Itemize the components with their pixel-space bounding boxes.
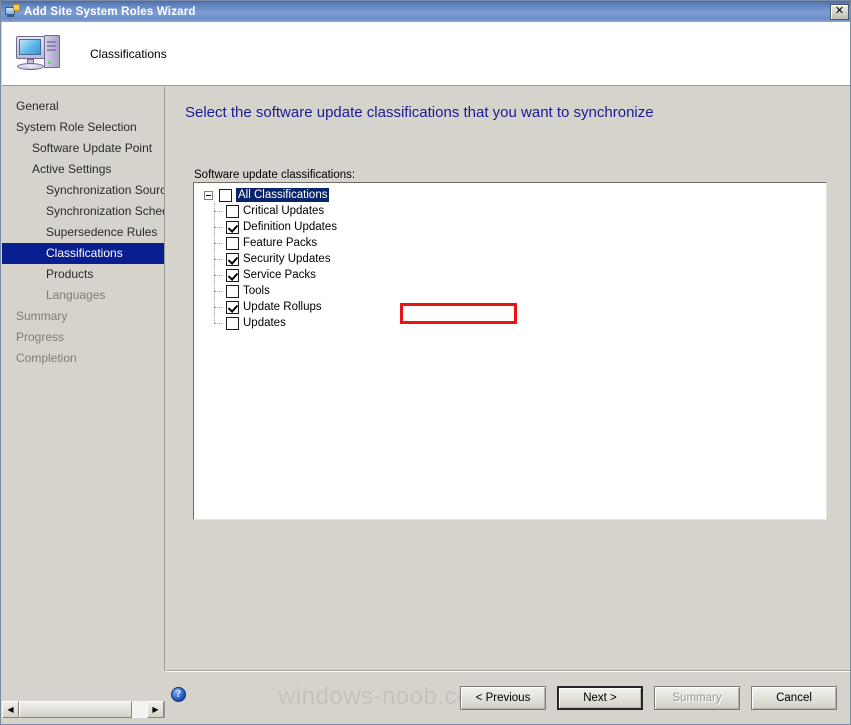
tree-label-update-rollups: Update Rollups [243, 301, 322, 313]
tree-checkbox-updates[interactable] [226, 316, 239, 330]
content-pane: Select the software update classificatio… [166, 87, 850, 670]
tree-connector-dots [214, 227, 222, 228]
tree-checkbox-update-rollups[interactable] [226, 300, 239, 314]
tree-node-all-classifications[interactable]: All Classifications [194, 187, 826, 203]
tree-node-service-packs[interactable]: Service Packs [194, 267, 826, 283]
tree-checkbox-service-packs[interactable] [226, 268, 239, 282]
tree-node-update-rollups[interactable]: Update Rollups [194, 299, 826, 315]
sidebar-item-synchronization-source[interactable]: Synchronization Source [2, 180, 164, 201]
tree-label-service-packs: Service Packs [243, 269, 316, 281]
tree-checkbox-definition-updates[interactable] [226, 220, 239, 234]
sidebar-item-completion[interactable]: Completion [2, 348, 164, 369]
sidebar-item-software-update-point[interactable]: Software Update Point [2, 138, 164, 159]
tree-checkbox-all-classifications[interactable] [219, 188, 232, 202]
sidebar-item-classifications[interactable]: Classifications [2, 243, 164, 264]
tree-node-tools[interactable]: Tools [194, 283, 826, 299]
close-icon[interactable]: ✕ [830, 3, 849, 20]
tree-label-security-updates: Security Updates [243, 253, 331, 265]
classifications-treeview[interactable]: All Classifications Critical Updates Defi… [193, 182, 827, 520]
tree-connector-dots [214, 323, 222, 324]
sidebar-item-active-settings[interactable]: Active Settings [2, 159, 164, 180]
scrollbar-track[interactable] [19, 701, 147, 718]
tree-connector-dots [214, 307, 222, 308]
tree-expander-collapse-icon[interactable] [204, 190, 213, 200]
sidebar-item-languages[interactable]: Languages [2, 285, 164, 306]
tree-label-feature-packs: Feature Packs [243, 237, 318, 249]
tree-checkbox-tools[interactable] [226, 284, 239, 298]
tree-label-tools: Tools [243, 285, 270, 297]
sidebar-item-general[interactable]: General [2, 96, 164, 117]
tree-checkbox-feature-packs[interactable] [226, 236, 239, 250]
sidebar-item-supersedence-rules[interactable]: Supersedence Rules [2, 222, 164, 243]
wizard-button-row: < Previous Next > Summary Cancel [460, 686, 837, 710]
tree-connector-dots [214, 259, 222, 260]
tree-node-critical-updates[interactable]: Critical Updates [194, 203, 826, 219]
tree-label-critical-updates: Critical Updates [243, 205, 325, 217]
header-page-title: Classifications [90, 46, 167, 61]
computer-monitor-icon [14, 31, 66, 77]
tree-checkbox-critical-updates[interactable] [226, 204, 239, 218]
wizard-window: Add Site System Roles Wizard ✕ Classific… [0, 0, 851, 725]
summary-button: Summary [654, 686, 740, 710]
next-button[interactable]: Next > [557, 686, 643, 710]
tree-label-all-classifications: All Classifications [236, 188, 330, 202]
wizard-computer-icon [4, 3, 20, 20]
tree-label-updates: Updates [243, 317, 286, 329]
tree-connector-dots [214, 275, 222, 276]
wizard-step-sidebar: General System Role Selection Software Upd… [2, 87, 165, 670]
tree-node-feature-packs[interactable]: Feature Packs [194, 235, 826, 251]
tree-checkbox-security-updates[interactable] [226, 252, 239, 266]
sidebar-horizontal-scrollbar[interactable]: ◀ ▶ [2, 701, 165, 718]
title-bar: Add Site System Roles Wizard ✕ [1, 1, 850, 22]
classifications-label: Software update classifications: [194, 169, 356, 181]
cancel-button[interactable]: Cancel [751, 686, 837, 710]
sidebar-item-synchronization-schedule[interactable]: Synchronization Schedule [2, 201, 164, 222]
tree-node-definition-updates[interactable]: Definition Updates [194, 219, 826, 235]
tree-label-definition-updates: Definition Updates [243, 221, 337, 233]
tree-connector-dots [214, 211, 222, 212]
scrollbar-thumb[interactable] [19, 701, 132, 718]
sidebar-item-system-role-selection[interactable]: System Role Selection [2, 117, 164, 138]
footer-bar: ? windows-noob.com < Previous Next > Summa… [166, 672, 850, 724]
page-heading: Select the software update classificatio… [185, 104, 654, 121]
scroll-left-arrow-icon[interactable]: ◀ [2, 701, 19, 718]
tree-node-updates[interactable]: Updates [194, 315, 826, 331]
sidebar-item-progress[interactable]: Progress [2, 327, 164, 348]
help-icon[interactable]: ? [171, 687, 186, 702]
window-title: Add Site System Roles Wizard [24, 5, 196, 18]
tree-connector-dots [214, 291, 222, 292]
scroll-right-arrow-icon[interactable]: ▶ [147, 701, 164, 718]
sidebar-item-summary[interactable]: Summary [2, 306, 164, 327]
tree-node-security-updates[interactable]: Security Updates [194, 251, 826, 267]
header-banner: Classifications [2, 22, 850, 86]
previous-button[interactable]: < Previous [460, 686, 546, 710]
sidebar-item-products[interactable]: Products [2, 264, 164, 285]
tree-connector-dots [214, 243, 222, 244]
